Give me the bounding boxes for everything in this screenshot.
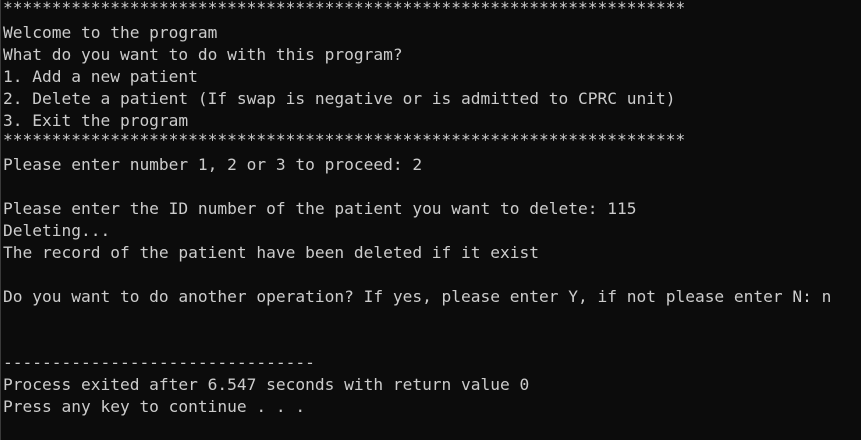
menu-option-delete: 2. Delete a patient (If swap is negative…: [3, 89, 676, 108]
menu-option-add: 1. Add a new patient: [3, 67, 198, 86]
separator-top: ****************************************…: [3, 0, 686, 17]
console-window[interactable]: ****************************************…: [0, 0, 861, 440]
press-key-prompt: Press any key to continue . . .: [3, 397, 306, 416]
process-exit-text: Process exited after 6.547 seconds with …: [3, 375, 530, 394]
delete-result: The record of the patient have been dele…: [3, 243, 540, 262]
again-prompt: Do you want to do another operation? If …: [3, 287, 832, 306]
menu-option-exit: 3. Exit the program: [3, 111, 189, 130]
id-prompt: Please enter the ID number of the patien…: [3, 199, 637, 218]
choice-prompt: Please enter number 1, 2 or 3 to proceed…: [3, 155, 423, 174]
divider-line: --------------------------------: [3, 353, 315, 372]
welcome-text: Welcome to the program: [3, 23, 218, 42]
menu-question: What do you want to do with this program…: [3, 45, 403, 64]
deleting-status: Deleting...: [3, 221, 111, 240]
separator-bottom: ****************************************…: [3, 132, 686, 149]
